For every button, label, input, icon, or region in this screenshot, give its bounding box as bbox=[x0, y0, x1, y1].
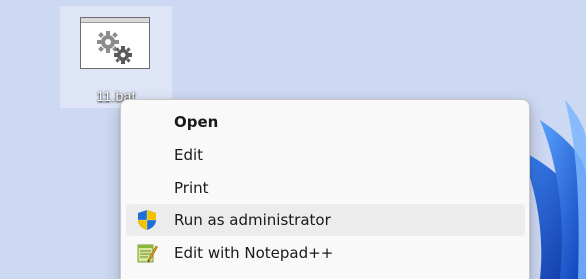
menu-item-label: Run as administrator bbox=[174, 211, 331, 229]
menu-item-label: Open bbox=[174, 113, 219, 131]
context-menu: Open Edit Print Run as administrator Edi… bbox=[120, 99, 530, 279]
menu-item-label: Edit bbox=[174, 146, 204, 164]
uac-shield-icon bbox=[138, 210, 156, 230]
menu-item-edit-with-notepad-plus-plus[interactable]: Edit with Notepad++ bbox=[126, 237, 525, 269]
notepad-plus-plus-icon bbox=[137, 244, 158, 263]
menu-item-print[interactable]: Print bbox=[126, 172, 525, 204]
gears-icon bbox=[80, 17, 150, 69]
desktop[interactable]: 11.bat Open Edit Print Run as administra… bbox=[0, 0, 586, 279]
menu-item-label: Edit with Notepad++ bbox=[174, 244, 334, 262]
menu-item-label: Print bbox=[174, 179, 209, 197]
menu-item-open[interactable]: Open bbox=[126, 106, 525, 138]
menu-item-run-as-administrator[interactable]: Run as administrator bbox=[126, 204, 525, 236]
menu-item-edit[interactable]: Edit bbox=[126, 139, 525, 171]
desktop-file-icon[interactable]: 11.bat bbox=[60, 6, 172, 108]
